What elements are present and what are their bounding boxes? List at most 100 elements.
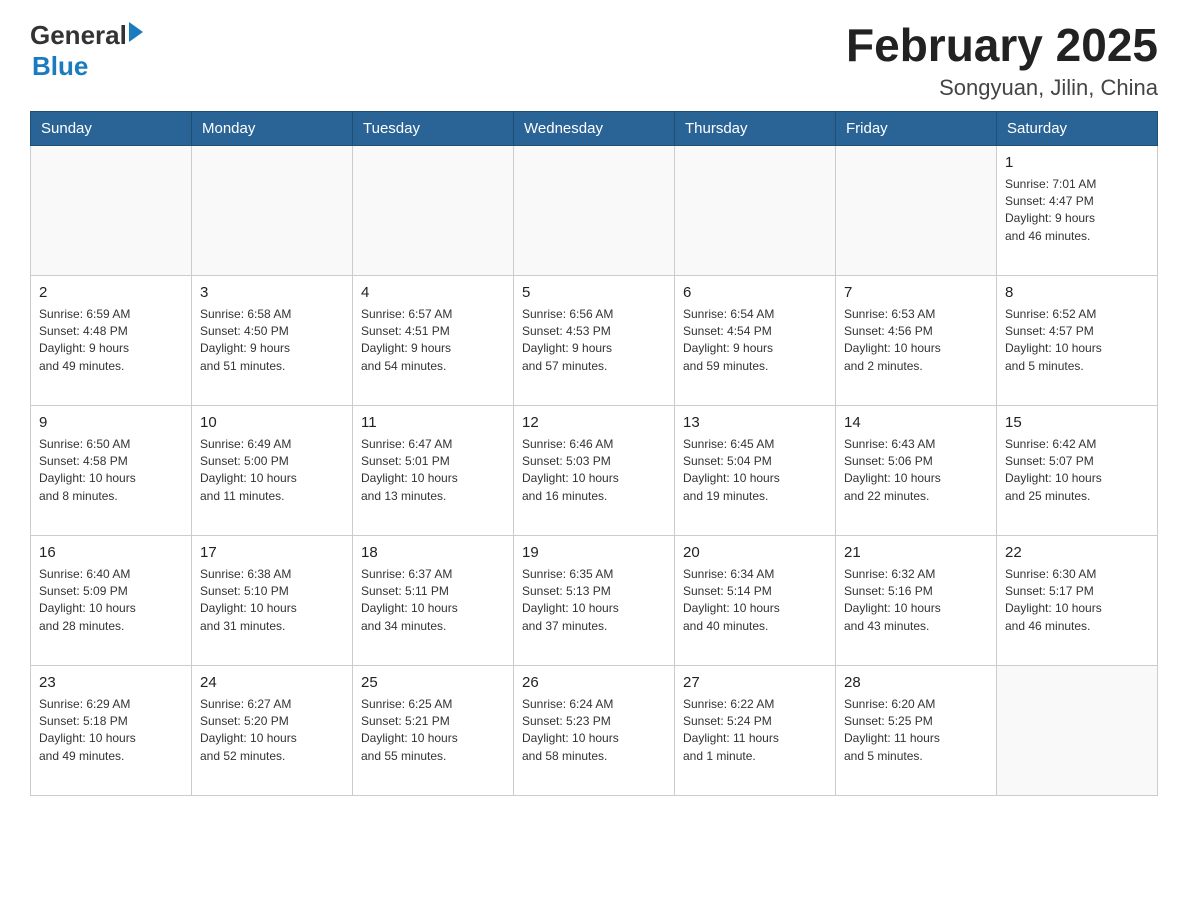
calendar-cell	[514, 145, 675, 275]
calendar-cell: 22 Sunrise: 6:30 AM Sunset: 5:17 PM Dayli…	[997, 535, 1158, 665]
day-number: 23	[39, 672, 183, 693]
day-number: 12	[522, 412, 666, 433]
location-text: Songyuan, Jilin, China	[846, 75, 1158, 101]
day-number: 7	[844, 282, 988, 303]
day-info: Sunrise: 6:57 AM Sunset: 4:51 PM Dayligh…	[361, 306, 505, 376]
calendar-week-2: 2 Sunrise: 6:59 AM Sunset: 4:48 PM Daylig…	[31, 275, 1158, 405]
day-info: Sunrise: 6:50 AM Sunset: 4:58 PM Dayligh…	[39, 436, 183, 506]
day-number: 9	[39, 412, 183, 433]
calendar-header-wednesday: Wednesday	[514, 111, 675, 145]
month-title: February 2025	[846, 20, 1158, 71]
day-number: 4	[361, 282, 505, 303]
day-info: Sunrise: 6:42 AM Sunset: 5:07 PM Dayligh…	[1005, 436, 1149, 506]
calendar-cell: 19 Sunrise: 6:35 AM Sunset: 5:13 PM Dayli…	[514, 535, 675, 665]
calendar-cell: 18Sunrise: 6:37 AM Sunset: 5:11 PM Dayli…	[353, 535, 514, 665]
day-info: Sunrise: 6:40 AM Sunset: 5:09 PM Dayligh…	[39, 566, 183, 636]
calendar-header-row: SundayMondayTuesdayWednesdayThursdayFrid…	[31, 111, 1158, 145]
calendar-cell: 3 Sunrise: 6:58 AM Sunset: 4:50 PM Daylig…	[192, 275, 353, 405]
day-info: Sunrise: 6:58 AM Sunset: 4:50 PM Dayligh…	[200, 306, 344, 376]
day-number: 5	[522, 282, 666, 303]
calendar-cell: 11Sunrise: 6:47 AM Sunset: 5:01 PM Dayli…	[353, 405, 514, 535]
day-number: 13	[683, 412, 827, 433]
day-info: Sunrise: 6:49 AM Sunset: 5:00 PM Dayligh…	[200, 436, 344, 506]
calendar-cell: 4 Sunrise: 6:57 AM Sunset: 4:51 PM Daylig…	[353, 275, 514, 405]
title-section: February 2025 Songyuan, Jilin, China	[846, 20, 1158, 101]
calendar-cell: 27 Sunrise: 6:22 AM Sunset: 5:24 PM Dayli…	[675, 665, 836, 795]
calendar-cell: 1 Sunrise: 7:01 AM Sunset: 4:47 PM Daylig…	[997, 145, 1158, 275]
day-number: 24	[200, 672, 344, 693]
calendar-cell: 9 Sunrise: 6:50 AM Sunset: 4:58 PM Daylig…	[31, 405, 192, 535]
day-info: Sunrise: 6:35 AM Sunset: 5:13 PM Dayligh…	[522, 566, 666, 636]
day-info: Sunrise: 6:20 AM Sunset: 5:25 PM Dayligh…	[844, 696, 988, 766]
calendar-cell	[675, 145, 836, 275]
day-number: 22	[1005, 542, 1149, 563]
day-info: Sunrise: 6:22 AM Sunset: 5:24 PM Dayligh…	[683, 696, 827, 766]
calendar-cell	[353, 145, 514, 275]
day-info: Sunrise: 6:59 AM Sunset: 4:48 PM Dayligh…	[39, 306, 183, 376]
day-number: 20	[683, 542, 827, 563]
day-info: Sunrise: 6:54 AM Sunset: 4:54 PM Dayligh…	[683, 306, 827, 376]
day-number: 28	[844, 672, 988, 693]
day-info: Sunrise: 6:45 AM Sunset: 5:04 PM Dayligh…	[683, 436, 827, 506]
calendar-cell: 12 Sunrise: 6:46 AM Sunset: 5:03 PM Dayli…	[514, 405, 675, 535]
calendar-cell	[192, 145, 353, 275]
day-number: 8	[1005, 282, 1149, 303]
day-number: 6	[683, 282, 827, 303]
day-info: Sunrise: 6:53 AM Sunset: 4:56 PM Dayligh…	[844, 306, 988, 376]
logo-arrow-icon	[129, 22, 143, 42]
day-number: 26	[522, 672, 666, 693]
calendar-cell: 20Sunrise: 6:34 AM Sunset: 5:14 PM Dayli…	[675, 535, 836, 665]
day-info: Sunrise: 6:52 AM Sunset: 4:57 PM Dayligh…	[1005, 306, 1149, 376]
calendar-cell	[31, 145, 192, 275]
day-number: 1	[1005, 152, 1149, 173]
calendar-cell: 23 Sunrise: 6:29 AM Sunset: 5:18 PM Dayli…	[31, 665, 192, 795]
day-info: Sunrise: 6:29 AM Sunset: 5:18 PM Dayligh…	[39, 696, 183, 766]
calendar-cell: 26 Sunrise: 6:24 AM Sunset: 5:23 PM Dayli…	[514, 665, 675, 795]
day-info: Sunrise: 6:27 AM Sunset: 5:20 PM Dayligh…	[200, 696, 344, 766]
calendar-cell: 25 Sunrise: 6:25 AM Sunset: 5:21 PM Dayli…	[353, 665, 514, 795]
day-info: Sunrise: 6:46 AM Sunset: 5:03 PM Dayligh…	[522, 436, 666, 506]
calendar-cell: 13 Sunrise: 6:45 AM Sunset: 5:04 PM Dayli…	[675, 405, 836, 535]
calendar-week-5: 23 Sunrise: 6:29 AM Sunset: 5:18 PM Dayli…	[31, 665, 1158, 795]
day-number: 10	[200, 412, 344, 433]
day-number: 16	[39, 542, 183, 563]
day-number: 27	[683, 672, 827, 693]
day-info: Sunrise: 6:56 AM Sunset: 4:53 PM Dayligh…	[522, 306, 666, 376]
calendar-cell: 5 Sunrise: 6:56 AM Sunset: 4:53 PM Daylig…	[514, 275, 675, 405]
day-number: 2	[39, 282, 183, 303]
calendar-table: SundayMondayTuesdayWednesdayThursdayFrid…	[30, 111, 1158, 796]
calendar-header-sunday: Sunday	[31, 111, 192, 145]
day-info: Sunrise: 7:01 AM Sunset: 4:47 PM Dayligh…	[1005, 176, 1149, 246]
day-number: 18	[361, 542, 505, 563]
day-number: 17	[200, 542, 344, 563]
day-info: Sunrise: 6:38 AM Sunset: 5:10 PM Dayligh…	[200, 566, 344, 636]
day-info: Sunrise: 6:24 AM Sunset: 5:23 PM Dayligh…	[522, 696, 666, 766]
calendar-header-saturday: Saturday	[997, 111, 1158, 145]
calendar-cell: 15 Sunrise: 6:42 AM Sunset: 5:07 PM Dayli…	[997, 405, 1158, 535]
day-info: Sunrise: 6:43 AM Sunset: 5:06 PM Dayligh…	[844, 436, 988, 506]
calendar-week-4: 16 Sunrise: 6:40 AM Sunset: 5:09 PM Dayli…	[31, 535, 1158, 665]
day-number: 14	[844, 412, 988, 433]
day-info: Sunrise: 6:25 AM Sunset: 5:21 PM Dayligh…	[361, 696, 505, 766]
calendar-header-monday: Monday	[192, 111, 353, 145]
day-info: Sunrise: 6:32 AM Sunset: 5:16 PM Dayligh…	[844, 566, 988, 636]
logo-general-text: General	[30, 20, 127, 51]
day-info: Sunrise: 6:30 AM Sunset: 5:17 PM Dayligh…	[1005, 566, 1149, 636]
calendar-header-thursday: Thursday	[675, 111, 836, 145]
calendar-cell: 28 Sunrise: 6:20 AM Sunset: 5:25 PM Dayli…	[836, 665, 997, 795]
calendar-cell: 16 Sunrise: 6:40 AM Sunset: 5:09 PM Dayli…	[31, 535, 192, 665]
day-number: 15	[1005, 412, 1149, 433]
calendar-cell: 2 Sunrise: 6:59 AM Sunset: 4:48 PM Daylig…	[31, 275, 192, 405]
calendar-cell: 24 Sunrise: 6:27 AM Sunset: 5:20 PM Dayli…	[192, 665, 353, 795]
calendar-header-friday: Friday	[836, 111, 997, 145]
calendar-cell: 8 Sunrise: 6:52 AM Sunset: 4:57 PM Daylig…	[997, 275, 1158, 405]
calendar-cell	[997, 665, 1158, 795]
calendar-cell: 14 Sunrise: 6:43 AM Sunset: 5:06 PM Dayli…	[836, 405, 997, 535]
day-number: 3	[200, 282, 344, 303]
day-number: 19	[522, 542, 666, 563]
logo-blue-text: Blue	[32, 51, 88, 81]
day-number: 25	[361, 672, 505, 693]
calendar-week-3: 9 Sunrise: 6:50 AM Sunset: 4:58 PM Daylig…	[31, 405, 1158, 535]
calendar-cell	[836, 145, 997, 275]
calendar-header-tuesday: Tuesday	[353, 111, 514, 145]
